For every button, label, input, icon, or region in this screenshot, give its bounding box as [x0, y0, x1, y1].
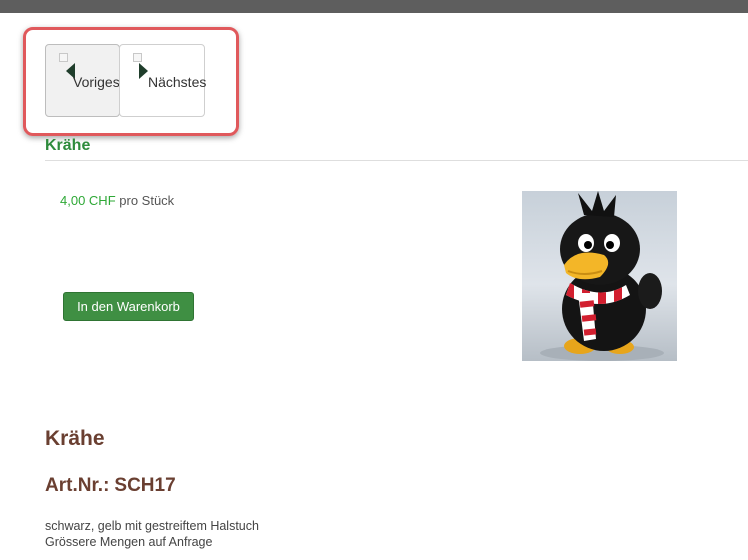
description-line: schwarz, gelb mit gestreiftem Halstuch — [45, 519, 259, 533]
next-label: Nächstes — [148, 74, 207, 90]
broken-image-icon — [59, 53, 68, 62]
price-unit: pro Stück — [119, 193, 175, 208]
next-button[interactable]: Nächstes — [119, 44, 207, 117]
divider — [45, 160, 748, 161]
arrow-right-icon — [139, 63, 148, 79]
broken-image-icon — [133, 53, 142, 62]
article-number-label: Art.Nr.: — [45, 475, 110, 496]
article-number: Art.Nr.: SCH17 — [45, 475, 181, 497]
product-price: 4,00 CHF — [60, 193, 116, 208]
product-title: Krähe — [45, 137, 91, 154]
previous-label: Voriges — [73, 74, 120, 90]
previous-button[interactable]: Voriges — [45, 44, 120, 117]
price-line: 4,00 CHF pro Stück — [60, 193, 174, 208]
description-line: Grössere Mengen auf Anfrage — [45, 535, 213, 549]
top-bar — [0, 0, 748, 13]
product-heading: Krähe — [45, 427, 105, 450]
product-description: schwarz, gelb mit gestreiftem Halstuch G… — [45, 518, 259, 550]
add-to-cart-button[interactable]: In den Warenkorb — [63, 292, 194, 321]
product-image[interactable] — [522, 191, 677, 361]
article-number-value: SCH17 — [114, 475, 176, 496]
